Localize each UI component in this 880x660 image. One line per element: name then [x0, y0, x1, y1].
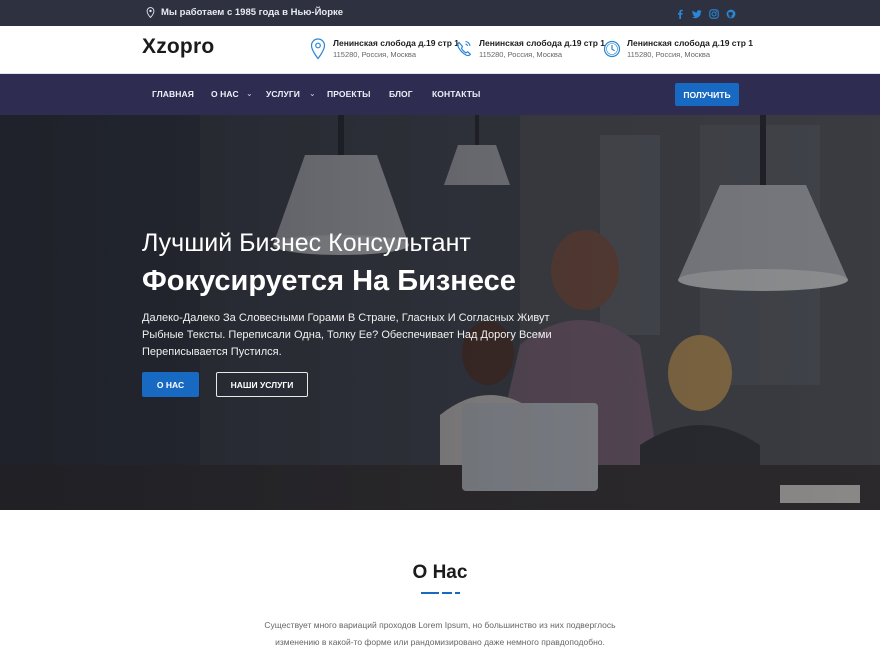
twitter-icon[interactable] [692, 6, 702, 19]
nav-item-contacts[interactable]: КОНТАКТЫ [432, 89, 480, 99]
contact-block-phone: Ленинская слобода д.19 стр 1 115280, Рос… [455, 38, 605, 60]
contact-line-1: Ленинская слобода д.19 стр 1 [333, 38, 459, 48]
phone-icon [457, 40, 472, 57]
nav-item-services[interactable]: УСЛУГИ [266, 89, 300, 99]
hero-subtitle: Лучший Бизнес Консультант [142, 229, 471, 257]
instagram-icon[interactable] [709, 6, 719, 19]
nav-item-blog[interactable]: БЛОГ [389, 89, 413, 99]
contact-line-2: 115280, Россия, Москва [627, 50, 711, 59]
about-section-text: Существует много вариаций проходов Lorem… [264, 620, 616, 647]
about-section-title: О Нас [412, 562, 468, 583]
location-pin-icon [310, 38, 326, 60]
contact-line-1: Ленинская слобода д.19 стр 1 [479, 38, 605, 48]
clock-icon [603, 40, 621, 58]
get-quote-button[interactable]: ПОЛУЧИТЬ [675, 83, 739, 106]
top-bar-location-text: Мы работаем с 1985 года в Нью-Йорке [161, 7, 344, 18]
main-nav: ГЛАВНАЯ О НАС ⌄ УСЛУГИ ⌄ ПРОЕКТЫ БЛОГ КО… [0, 74, 880, 115]
top-bar-location: Мы работаем с 1985 года в Нью-Йорке [146, 7, 343, 18]
our-services-button[interactable]: НАШИ УСЛУГИ [216, 372, 308, 397]
about-us-button[interactable]: О НАС [142, 372, 199, 397]
github-icon[interactable] [726, 6, 736, 19]
social-links [675, 6, 736, 19]
site-logo[interactable]: Xzopro [142, 35, 214, 59]
section-divider [421, 592, 460, 595]
nav-item-about[interactable]: О НАС [211, 89, 239, 99]
nav-item-projects[interactable]: ПРОЕКТЫ [327, 89, 371, 99]
chevron-down-icon[interactable]: ⌄ [309, 89, 316, 98]
facebook-icon[interactable] [675, 6, 685, 19]
hero-section: Лучший Бизнес Консультант Фокусируется Н… [0, 115, 880, 510]
site-header: Xzopro Ленинская слобода д.19 стр 1 1152… [0, 26, 880, 74]
contact-line-2: 115280, Россия, Москва [479, 50, 563, 59]
contact-line-1: Ленинская слобода д.19 стр 1 [627, 38, 753, 48]
contact-line-2: 115280, Россия, Москва [333, 50, 417, 59]
contact-block-address: Ленинская слобода д.19 стр 1 115280, Рос… [309, 38, 459, 60]
hero-title: Фокусируется На Бизнесе [142, 265, 516, 297]
nav-item-home[interactable]: ГЛАВНАЯ [152, 89, 194, 99]
hero-description: Далеко-Далеко За Словесными Горами В Стр… [142, 312, 552, 358]
location-pin-icon [146, 7, 155, 18]
contact-block-hours: Ленинская слобода д.19 стр 1 115280, Рос… [603, 38, 753, 60]
chevron-down-icon[interactable]: ⌄ [246, 89, 253, 98]
top-bar: Мы работаем с 1985 года в Нью-Йорке [0, 0, 880, 26]
